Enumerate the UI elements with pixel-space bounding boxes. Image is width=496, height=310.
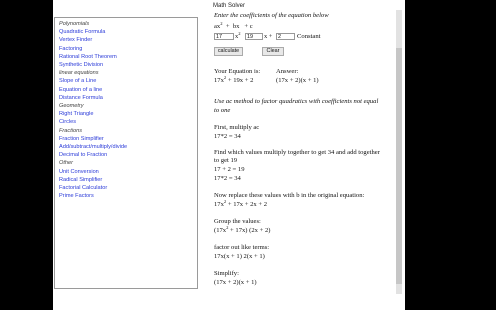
sidebar-link-unit-conversion[interactable]: Unit Conversion (59, 168, 99, 176)
sidebar-heading-geometry: Geometry (59, 103, 84, 109)
equation-template: ax2 + bx + c (214, 21, 253, 30)
x2-label: x2 (235, 31, 241, 40)
sidebar-heading-fractions: Fractions (59, 127, 83, 134)
sidebar-heading-polynomials: Polynomials (59, 21, 90, 27)
step5-title: factor out like terms: (214, 244, 270, 251)
step2-line1: Find which values multiply together to g… (214, 149, 380, 156)
sidebar-link-add-subtract-multiply-divide[interactable]: Add/subtract/multiply/divide (59, 143, 127, 151)
app-window: Math Solver Polynomials Quadratic Formula… (53, 0, 405, 310)
sidebar-nav: Polynomials Quadratic Formula Vertex Finde… (54, 17, 198, 289)
step3-value: 17x2 + 17x + 2x + 2 (214, 199, 268, 208)
step6-title: Simplify: (214, 270, 239, 277)
step3-title: Now replace these values with b in the o… (214, 192, 365, 199)
x-plus-label: x + (264, 33, 273, 40)
sidebar-heading-other: Other (59, 160, 73, 167)
step1-title: First, multiply ac (214, 124, 260, 131)
ax2-exponent: 2 (220, 21, 223, 26)
answer-label: Answer: (276, 68, 299, 75)
method-note: Use ac method to factor quadratics with … (214, 98, 379, 105)
sidebar-link-synthetic-division[interactable]: Synthetic Division (59, 61, 103, 69)
sidebar-link-radical-simplifier[interactable]: Radical Simplifier (59, 176, 102, 184)
scrollbar-thumb[interactable] (396, 48, 402, 284)
sidebar-link-equation-of-a-line[interactable]: Equation of a line (59, 86, 102, 94)
step2-value2: 17*2 = 34 (214, 175, 241, 182)
sidebar-link-factoring[interactable]: Factoring (59, 45, 82, 53)
constant-label: Constant (297, 33, 321, 40)
calculate-button[interactable]: calculate (214, 47, 243, 56)
sidebar-link-slope-of-a-line[interactable]: Slope of a Line (59, 77, 96, 85)
sidebar-link-vertex-finder[interactable]: Vertex Finder (59, 36, 92, 44)
step4-value: (17x2 + 17x) (2x + 2) (214, 225, 271, 234)
vertical-scrollbar[interactable] (396, 10, 402, 294)
sidebar-link-quadratic-formula[interactable]: Quadratic Formula (59, 28, 105, 36)
your-equation-label: Your Equation is: (214, 68, 261, 75)
step4-title: Group the values: (214, 218, 261, 225)
step2-value1: 17 + 2 = 19 (214, 166, 245, 173)
instruction-text: Enter the coefficients of the equation b… (214, 12, 329, 19)
sidebar-link-circles[interactable]: Circles (59, 118, 76, 126)
sidebar-link-fraction-simplifier[interactable]: Fraction Simplifier (59, 135, 104, 143)
coefficient-a-input[interactable]: 17 (214, 33, 234, 40)
answer-value: (17x + 2)(x + 1) (276, 77, 319, 84)
step1-value: 17*2 = 34 (214, 133, 241, 140)
plus-sign: + (225, 23, 230, 30)
coefficient-c-input[interactable]: 2 (276, 33, 295, 40)
coefficient-b-input[interactable]: 19 (245, 33, 263, 40)
plus-sign: + (244, 23, 249, 30)
sidebar-heading-linear-equations: linear equations (59, 70, 99, 77)
clear-button[interactable]: Clear (262, 47, 284, 56)
step6-value: (17x + 2)(x + 1) (214, 279, 257, 286)
sidebar-link-prime-factors[interactable]: Prime Factors (59, 192, 94, 200)
sidebar-link-right-triangle[interactable]: Right Triangle (59, 110, 94, 118)
your-equation-value: 17x2 + 19x + 2 (214, 75, 254, 84)
sidebar-link-factorial-calculator[interactable]: Factorial Calculator (59, 184, 107, 192)
sidebar-link-decimal-to-fraction[interactable]: Decimal to Fraction (59, 151, 107, 159)
bx-term: bx (232, 23, 240, 30)
c-term: c (249, 23, 253, 30)
step5-value: 17x(x + 1) 2(x + 1) (214, 253, 265, 260)
sidebar-link-rational-root-theorem[interactable]: Rational Root Theorem (59, 53, 117, 61)
solver-content: Enter the coefficients of the equation b… (212, 8, 400, 294)
sidebar-link-distance-formula[interactable]: Distance Formula (59, 94, 103, 102)
method-note-cont: to one (214, 107, 231, 114)
step2-line2: to get 19 (214, 157, 238, 164)
